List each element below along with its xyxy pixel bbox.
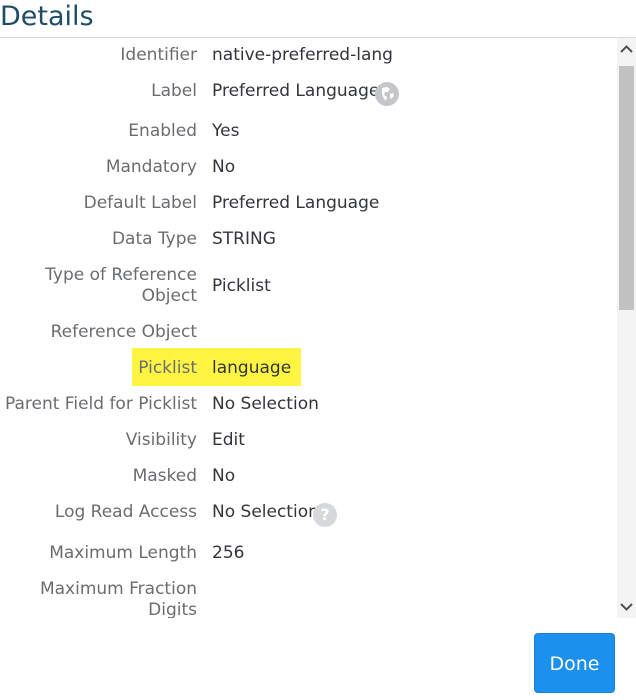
field-label-picklist: Picklist xyxy=(138,358,197,378)
field-value-label: Preferred Language xyxy=(212,81,380,101)
dialog-title: Details xyxy=(0,1,94,32)
field-value-mandatory: No xyxy=(212,157,236,177)
field-value-picklist: language xyxy=(212,358,292,378)
field-label-masked: Masked xyxy=(132,466,197,486)
field-label-reference-object: Reference Object xyxy=(50,322,197,342)
field-value-identifier: native-preferred-lang xyxy=(212,45,393,65)
vertical-scrollbar[interactable] xyxy=(617,38,636,618)
field-label-default-label: Default Label xyxy=(83,193,197,213)
chevron-up-icon xyxy=(620,45,633,53)
field-value-parent-field-for-picklist: No Selection xyxy=(212,394,319,414)
done-button[interactable]: Done xyxy=(534,633,615,693)
globe-icon-graphic xyxy=(376,83,398,105)
field-label-identifier: Identifier xyxy=(120,45,197,65)
field-label-mandatory: Mandatory xyxy=(105,157,197,177)
scroll-up-arrow-icon[interactable] xyxy=(619,42,634,58)
scroll-thumb[interactable] xyxy=(619,66,634,310)
field-value-default-label: Preferred Language xyxy=(212,193,380,213)
field-value-enabled: Yes xyxy=(212,121,240,141)
field-label-data-type: Data Type xyxy=(111,229,197,249)
field-value-maximum-length: 256 xyxy=(212,543,245,563)
field-value-data-type: STRING xyxy=(212,229,276,249)
details-content[interactable]: Identifier native-preferred-lang Label P… xyxy=(0,38,617,618)
field-value-masked: No xyxy=(212,466,236,486)
globe-icon[interactable] xyxy=(375,82,399,106)
field-label-maximum-length: Maximum Length xyxy=(49,543,197,563)
chevron-down-icon xyxy=(620,603,633,611)
field-label-type-of-reference-object: Type of Reference Object xyxy=(45,265,197,306)
field-value-log-read-access: No Selection xyxy=(212,502,319,522)
field-label-maximum-fraction-digits: Maximum Fraction Digits xyxy=(39,579,197,618)
field-label-log-read-access: Log Read Access xyxy=(54,502,197,522)
scroll-down-arrow-icon[interactable] xyxy=(619,598,634,614)
field-label-enabled: Enabled xyxy=(128,121,197,141)
field-value-visibility: Edit xyxy=(212,430,245,450)
help-icon[interactable]: ? xyxy=(313,503,337,527)
field-value-type-of-reference-object: Picklist xyxy=(212,276,271,296)
field-label-visibility: Visibility xyxy=(125,430,197,450)
field-label-label: Label xyxy=(151,81,197,101)
field-label-parent-field-for-picklist: Parent Field for Picklist xyxy=(4,394,197,414)
